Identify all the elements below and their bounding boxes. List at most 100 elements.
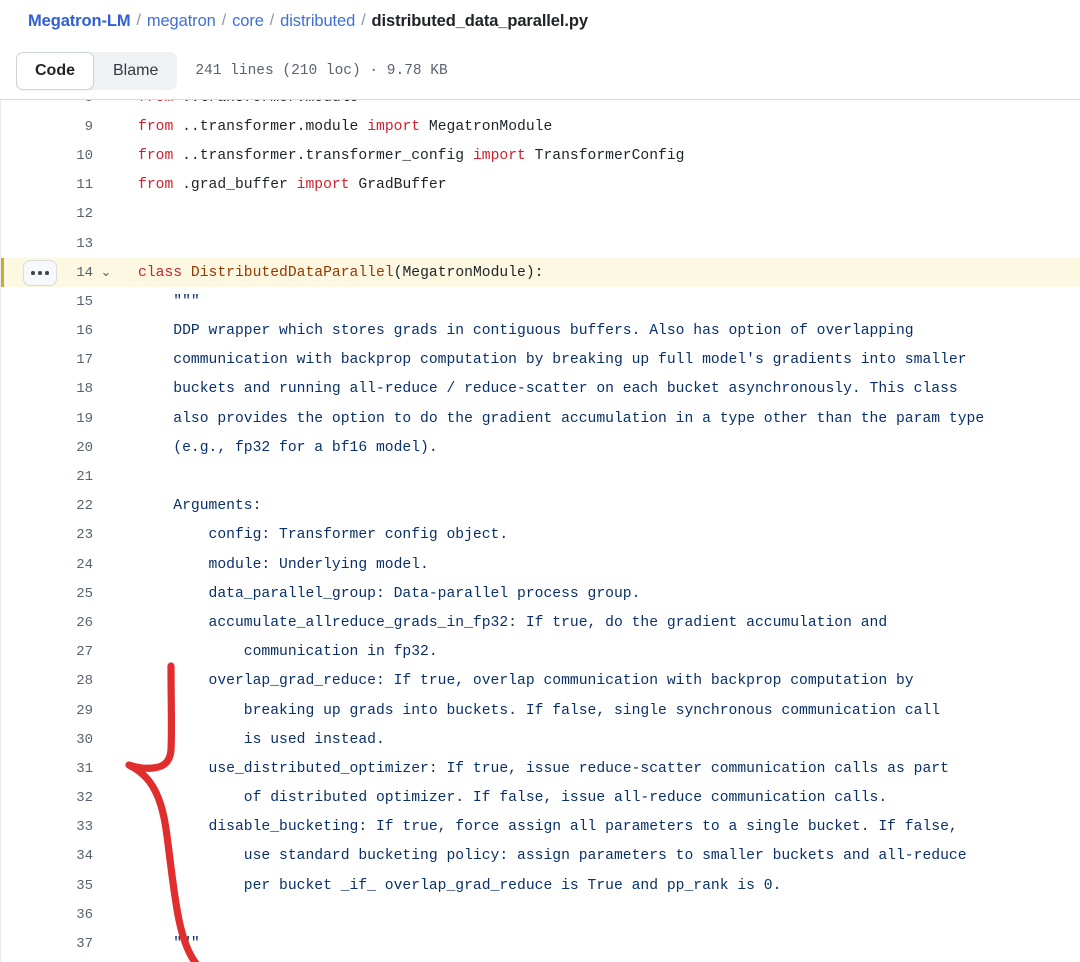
code-line-text: """ bbox=[119, 294, 1080, 310]
code-line-text: communication with backprop computation … bbox=[119, 352, 1080, 368]
code-token: overlap_grad_reduce: If true, overlap co… bbox=[138, 673, 914, 690]
line-number[interactable]: 15 bbox=[1, 294, 93, 310]
code-token: """ bbox=[138, 293, 200, 310]
code-token: TransformerConfig bbox=[525, 147, 685, 164]
code-row-highlighted: 14 ⌄ class DistributedDataParallel(Megatro… bbox=[1, 258, 1080, 288]
breadcrumb-segment-megatron[interactable]: megatron bbox=[147, 13, 216, 30]
code-token: from bbox=[138, 177, 174, 194]
code-line-text: communication in fp32. bbox=[119, 644, 1080, 660]
code-token: ..transformer.transformer_config bbox=[173, 147, 473, 164]
line-number[interactable]: 9 bbox=[1, 119, 93, 135]
code-row: 26 accumulate_allreduce_grads_in_fp32: I… bbox=[1, 608, 1080, 637]
line-number[interactable]: 36 bbox=[1, 907, 93, 923]
breadcrumb-separator: / bbox=[269, 12, 275, 29]
line-number[interactable]: 10 bbox=[1, 148, 93, 164]
code-token: import bbox=[367, 118, 421, 135]
code-token: accumulate_allreduce_grads_in_fp32: If t… bbox=[138, 614, 888, 631]
code-line-text: accumulate_allreduce_grads_in_fp32: If t… bbox=[119, 615, 1080, 631]
code-token: disable_bucketing: If true, force assign… bbox=[138, 819, 958, 836]
line-number[interactable]: 35 bbox=[1, 878, 93, 894]
code-row: 33 disable_bucketing: If true, force ass… bbox=[1, 813, 1080, 842]
line-number[interactable]: 18 bbox=[1, 381, 93, 397]
code-row: 27 communication in fp32. bbox=[1, 638, 1080, 667]
breadcrumb-segment-distributed[interactable]: distributed bbox=[280, 13, 355, 30]
file-stats-text: 241 lines (210 loc) · 9.78 KB bbox=[195, 62, 448, 79]
line-number[interactable]: 24 bbox=[1, 557, 93, 573]
line-number[interactable]: 28 bbox=[1, 673, 93, 689]
code-row: 24 module: Underlying model. bbox=[1, 550, 1080, 579]
code-row: 9 from ..transformer.module import Megatr… bbox=[1, 112, 1080, 141]
code-row: 8 from ..transformer.module bbox=[1, 100, 1080, 112]
code-token: Arguments: bbox=[138, 498, 262, 515]
code-line-text: overlap_grad_reduce: If true, overlap co… bbox=[119, 673, 1080, 689]
code-line-text: DDP wrapper which stores grads in contig… bbox=[119, 323, 1080, 339]
line-number[interactable]: 12 bbox=[1, 206, 93, 222]
code-row: 37 """ bbox=[1, 929, 1080, 958]
code-line-text: from .grad_buffer import GradBuffer bbox=[119, 177, 1080, 193]
code-token: data_parallel_group: Data-parallel proce… bbox=[138, 585, 641, 602]
code-lines-container: 8 from ..transformer.module 9 from ..trans… bbox=[1, 100, 1080, 959]
breadcrumb-separator: / bbox=[221, 12, 227, 29]
line-number[interactable]: 19 bbox=[1, 411, 93, 427]
code-line-text: data_parallel_group: Data-parallel proce… bbox=[119, 586, 1080, 602]
code-viewer[interactable]: 8 from ..transformer.module 9 from ..trans… bbox=[0, 100, 1080, 962]
line-number[interactable]: 26 bbox=[1, 615, 93, 631]
code-row: 22 Arguments: bbox=[1, 492, 1080, 521]
code-line-text: per bucket _if_ overlap_grad_reduce is T… bbox=[119, 878, 1080, 894]
code-row: 31 use_distributed_optimizer: If true, i… bbox=[1, 754, 1080, 783]
line-number[interactable]: 29 bbox=[1, 703, 93, 719]
breadcrumb: Megatron-LM / megatron / core / distribu… bbox=[0, 0, 1080, 42]
expand-hunk-button[interactable] bbox=[23, 259, 57, 286]
code-token: DistributedDataParallel bbox=[190, 264, 394, 281]
line-number[interactable]: 16 bbox=[1, 323, 93, 339]
line-number[interactable]: 21 bbox=[1, 469, 93, 485]
code-row: 19 also provides the option to do the gr… bbox=[1, 404, 1080, 433]
line-number[interactable]: 22 bbox=[1, 498, 93, 514]
line-number[interactable]: 17 bbox=[1, 352, 93, 368]
line-number[interactable]: 25 bbox=[1, 586, 93, 602]
code-line-text: of distributed optimizer. If false, issu… bbox=[119, 790, 1080, 806]
tab-blame[interactable]: Blame bbox=[94, 52, 177, 90]
chevron-down-icon[interactable]: ⌄ bbox=[93, 266, 119, 279]
code-token: MegatronModule bbox=[420, 118, 553, 135]
code-line-text: module: Underlying model. bbox=[119, 557, 1080, 573]
line-number[interactable]: 8 bbox=[1, 100, 93, 106]
code-token: class bbox=[138, 264, 183, 281]
code-token: import bbox=[296, 177, 350, 194]
code-line-text: Arguments: bbox=[119, 498, 1080, 514]
code-line-text: from ..transformer.module bbox=[119, 100, 1080, 106]
code-line-text: use_distributed_optimizer: If true, issu… bbox=[119, 761, 1080, 777]
line-number[interactable]: 37 bbox=[1, 936, 93, 952]
code-line-text: """ bbox=[119, 936, 1080, 952]
breadcrumb-segment-core[interactable]: core bbox=[232, 13, 264, 30]
line-number[interactable]: 32 bbox=[1, 790, 93, 806]
code-row: 35 per bucket _if_ overlap_grad_reduce i… bbox=[1, 871, 1080, 900]
code-row: 30 is used instead. bbox=[1, 725, 1080, 754]
code-token: per bucket _if_ overlap_grad_reduce is T… bbox=[138, 877, 782, 894]
line-number[interactable]: 33 bbox=[1, 819, 93, 835]
line-number[interactable]: 13 bbox=[1, 236, 93, 252]
line-number[interactable]: 27 bbox=[1, 644, 93, 660]
code-row: 11 from .grad_buffer import GradBuffer bbox=[1, 171, 1080, 200]
code-token: (MegatronModule): bbox=[393, 264, 544, 281]
code-row: 29 breaking up grads into buckets. If fa… bbox=[1, 696, 1080, 725]
line-number[interactable]: 20 bbox=[1, 440, 93, 456]
code-row: 15 """ bbox=[1, 287, 1080, 316]
code-token: """ bbox=[138, 936, 200, 953]
line-number[interactable]: 23 bbox=[1, 527, 93, 543]
line-number[interactable]: 34 bbox=[1, 848, 93, 864]
line-number[interactable]: 30 bbox=[1, 732, 93, 748]
code-token: from bbox=[138, 100, 173, 106]
line-number[interactable]: 31 bbox=[1, 761, 93, 777]
line-number[interactable]: 11 bbox=[1, 177, 93, 193]
code-row: 21 bbox=[1, 462, 1080, 491]
code-row: 16 DDP wrapper which stores grads in con… bbox=[1, 317, 1080, 346]
code-token: import bbox=[472, 147, 526, 164]
code-row: 17 communication with backprop computati… bbox=[1, 346, 1080, 375]
code-token: use_distributed_optimizer: If true, issu… bbox=[138, 760, 949, 777]
code-line-text: also provides the option to do the gradi… bbox=[119, 411, 1080, 427]
code-token: (e.g., fp32 for a bf16 model). bbox=[138, 439, 438, 456]
tab-code[interactable]: Code bbox=[16, 51, 94, 90]
code-line-text: class DistributedDataParallel(MegatronMo… bbox=[119, 265, 1080, 281]
breadcrumb-repo-link[interactable]: Megatron-LM bbox=[28, 13, 131, 30]
